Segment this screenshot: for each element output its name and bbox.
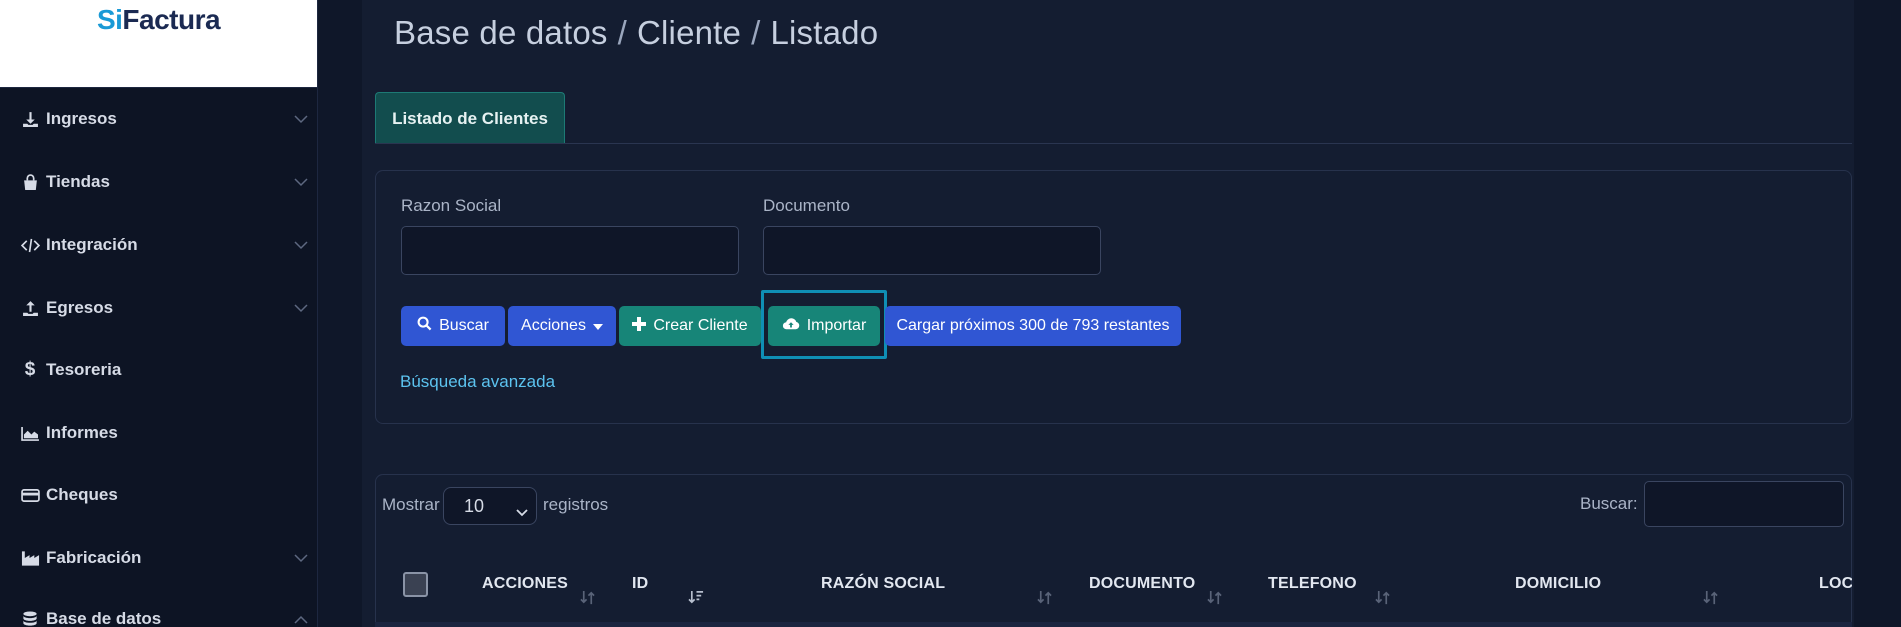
acciones-dropdown-button[interactable]: Acciones	[508, 306, 616, 346]
sidebar-item-label: Fabricación	[46, 548, 142, 567]
chevron-down-icon	[294, 174, 308, 192]
breadcrumb: Base de datos / Cliente / Listado	[394, 14, 878, 52]
sort-icon[interactable]	[1037, 590, 1052, 610]
sidebar-item-tesoreria[interactable]: $ Tesoreria	[0, 350, 318, 390]
sort-icon[interactable]	[580, 590, 595, 610]
acciones-button-label: Acciones	[521, 317, 586, 334]
breadcrumb-item-cliente[interactable]: Cliente	[637, 14, 741, 51]
industry-icon	[20, 549, 40, 567]
column-header-domicilio[interactable]: DOMICILIO	[1515, 575, 1601, 593]
chevron-down-icon	[294, 550, 308, 568]
column-header-localidad[interactable]: LOC	[1819, 575, 1852, 593]
buscar-button-label: Buscar	[439, 317, 489, 334]
crear-cliente-button[interactable]: Crear Cliente	[619, 306, 761, 346]
documento-label: Documento	[763, 196, 850, 215]
column-header-documento[interactable]: DOCUMENTO	[1089, 575, 1195, 593]
sort-icon[interactable]	[1375, 590, 1390, 610]
razon-social-input[interactable]	[401, 226, 739, 275]
importar-highlight-frame	[761, 290, 887, 359]
tab-listado-de-clientes[interactable]: Listado de Clientes	[375, 92, 565, 144]
filter-card	[375, 170, 1852, 424]
sidebar-item-informes[interactable]: Informes	[0, 413, 318, 453]
select-all-checkbox[interactable]	[403, 572, 428, 597]
logo[interactable]: SiFactura	[97, 4, 221, 87]
razon-social-label: Razon Social	[401, 196, 502, 215]
search-icon	[417, 316, 432, 336]
sidebar-item-cheques[interactable]: Cheques	[0, 475, 318, 515]
buscar-button[interactable]: Buscar	[401, 306, 505, 346]
breadcrumb-separator: /	[751, 14, 761, 51]
sort-icon[interactable]	[1207, 590, 1222, 610]
sidebar-item-egresos[interactable]: Egresos	[0, 288, 318, 328]
column-header-telefono[interactable]: TELEFONO	[1268, 575, 1357, 593]
database-icon	[20, 610, 40, 627]
column-header-acciones[interactable]: ACCIONES	[482, 575, 568, 593]
area-chart-icon	[20, 424, 40, 442]
code-icon	[20, 236, 40, 254]
mostrar-label: Mostrar	[382, 495, 440, 514]
sort-desc-icon[interactable]	[688, 590, 705, 610]
breadcrumb-item-base-de-datos[interactable]: Base de datos	[394, 14, 608, 51]
page-size-select[interactable]: 10	[443, 487, 537, 525]
upload-icon	[20, 299, 40, 317]
logo-area: SiFactura	[0, 0, 317, 88]
sidebar-item-ingresos[interactable]: Ingresos	[0, 99, 318, 139]
column-header-id[interactable]: ID	[632, 575, 648, 593]
breadcrumb-separator: /	[617, 14, 627, 51]
column-header-razon-social[interactable]: RAZÓN SOCIAL	[821, 575, 945, 593]
sidebar: SiFactura Ingresos Tiendas Integración E…	[0, 0, 318, 627]
chevron-down-icon	[294, 237, 308, 255]
crear-cliente-button-label: Crear Cliente	[653, 317, 748, 334]
table-search-input[interactable]	[1644, 481, 1844, 527]
table-header-divider	[375, 622, 1852, 627]
chevron-down-icon	[294, 111, 308, 129]
chevron-down-icon	[516, 501, 528, 522]
sidebar-item-label: Tesoreria	[46, 360, 122, 379]
sidebar-item-base-de-datos[interactable]: Base de datos	[0, 599, 318, 627]
plus-icon	[632, 316, 647, 336]
registros-label: registros	[543, 495, 609, 514]
sidebar-item-label: Tiendas	[46, 172, 110, 191]
page-size-value: 10	[464, 495, 485, 516]
shopping-bag-icon	[20, 173, 40, 191]
buscar-table-label: Buscar:	[1580, 494, 1638, 513]
sidebar-item-label: Base de datos	[46, 609, 162, 627]
caret-down-icon	[592, 317, 603, 335]
busqueda-avanzada-link[interactable]: Búsqueda avanzada	[400, 372, 555, 392]
sidebar-item-tiendas[interactable]: Tiendas	[0, 162, 318, 202]
sidebar-item-integracion[interactable]: Integración	[0, 225, 318, 265]
sidebar-item-label: Informes	[46, 423, 118, 442]
sidebar-item-label: Ingresos	[46, 109, 117, 128]
cargar-mas-button[interactable]: Cargar próximos 300 de 793 restantes	[885, 306, 1181, 346]
dollar-icon: $	[24, 359, 36, 380]
tab-divider	[375, 143, 1852, 144]
chevron-up-icon	[294, 611, 308, 627]
sort-icon[interactable]	[1703, 590, 1718, 610]
download-icon	[20, 110, 40, 128]
sidebar-item-label: Integración	[46, 235, 138, 254]
sidebar-item-label: Egresos	[46, 298, 114, 317]
credit-card-icon	[20, 486, 40, 504]
breadcrumb-item-listado: Listado	[770, 14, 879, 51]
documento-input[interactable]	[763, 226, 1101, 275]
sidebar-item-label: Cheques	[46, 485, 118, 504]
sidebar-item-fabricacion[interactable]: Fabricación	[0, 538, 318, 578]
chevron-down-icon	[294, 300, 308, 318]
